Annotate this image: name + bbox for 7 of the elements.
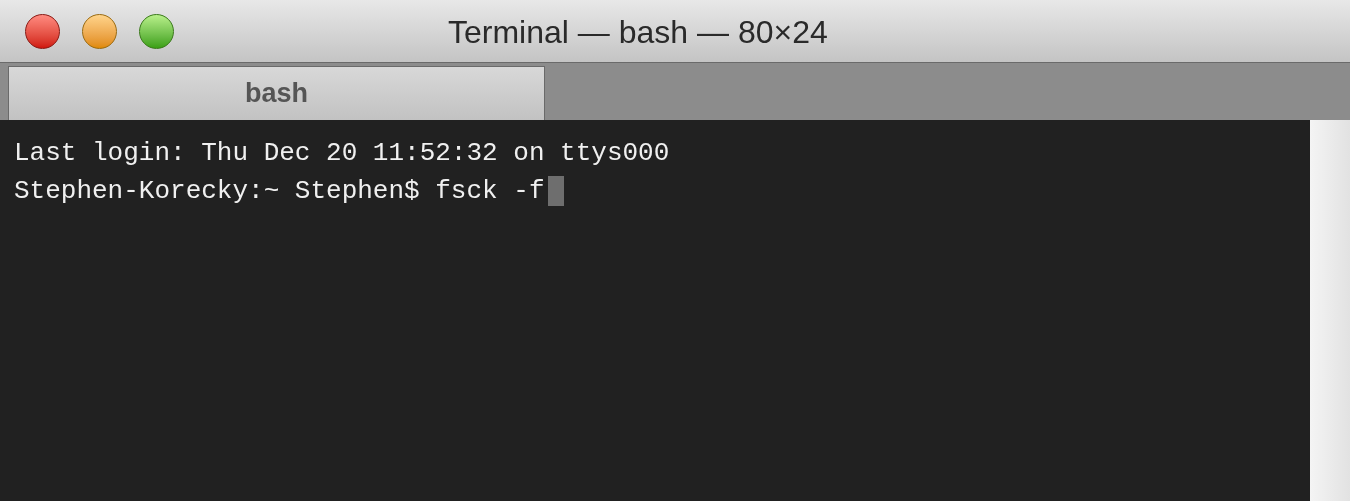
minimize-button[interactable]: [82, 13, 117, 49]
terminal-line: Last login: Thu Dec 20 11:52:32 on ttys000: [14, 137, 670, 170]
tab[interactable]: bash: [8, 66, 545, 120]
close-button[interactable]: [25, 13, 60, 49]
terminal-line: Stephen-Korecky:~ Stephen$ fsck -f: [14, 175, 545, 208]
window-title: Terminal — bash — 80×24: [448, 13, 828, 52]
zoom-button[interactable]: [139, 13, 174, 49]
